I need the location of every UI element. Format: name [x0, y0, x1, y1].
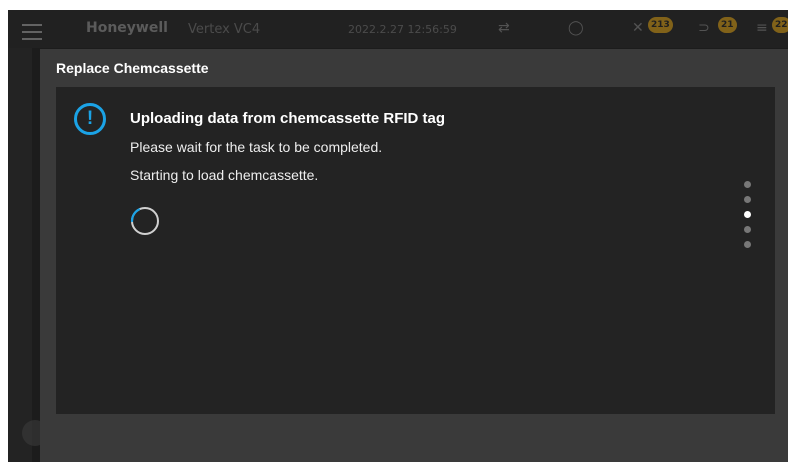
brand-logo: Honeywell: [86, 20, 168, 36]
network-icon[interactable]: ⇄: [498, 20, 510, 36]
page-dot-active: [744, 211, 751, 218]
warning-badge: 21: [718, 17, 737, 33]
datetime: 2022.2.27 12:56:59: [348, 23, 457, 36]
app-sidebar: [8, 48, 32, 462]
message-line-wait: Please wait for the task to be completed…: [130, 139, 383, 155]
bell-icon[interactable]: ◯: [568, 20, 584, 36]
dialog-title: Replace Chemcassette: [56, 60, 209, 76]
message-heading: Uploading data from chemcassette RFID ta…: [130, 110, 446, 127]
alarm-icon[interactable]: ✕: [632, 20, 644, 36]
page-dot: [744, 241, 751, 248]
product-name: Vertex VC4: [188, 22, 261, 37]
page-dot: [744, 196, 751, 203]
page-indicator: [744, 181, 752, 256]
fault-icon[interactable]: ≡: [756, 20, 768, 36]
dialog-body: ! Uploading data from chemcassette RFID …: [56, 87, 775, 414]
loading-spinner-icon: [130, 207, 159, 235]
fault-badge: 22: [772, 17, 788, 33]
replace-chemcassette-dialog: Replace Chemcassette ! Uploading data fr…: [40, 49, 788, 462]
message-line-status: Starting to load chemcassette.: [130, 167, 319, 183]
device-screen: Honeywell Vertex VC4 2022.2.27 12:56:59 …: [8, 10, 788, 462]
menu-icon[interactable]: [22, 24, 42, 45]
page-dot: [744, 181, 751, 188]
app-header: Honeywell Vertex VC4 2022.2.27 12:56:59 …: [8, 10, 788, 48]
info-circle-icon: !: [74, 103, 106, 135]
warning-icon[interactable]: ⊃: [698, 20, 710, 36]
page-dot: [744, 226, 751, 233]
alarm-badge: 213: [648, 17, 673, 33]
